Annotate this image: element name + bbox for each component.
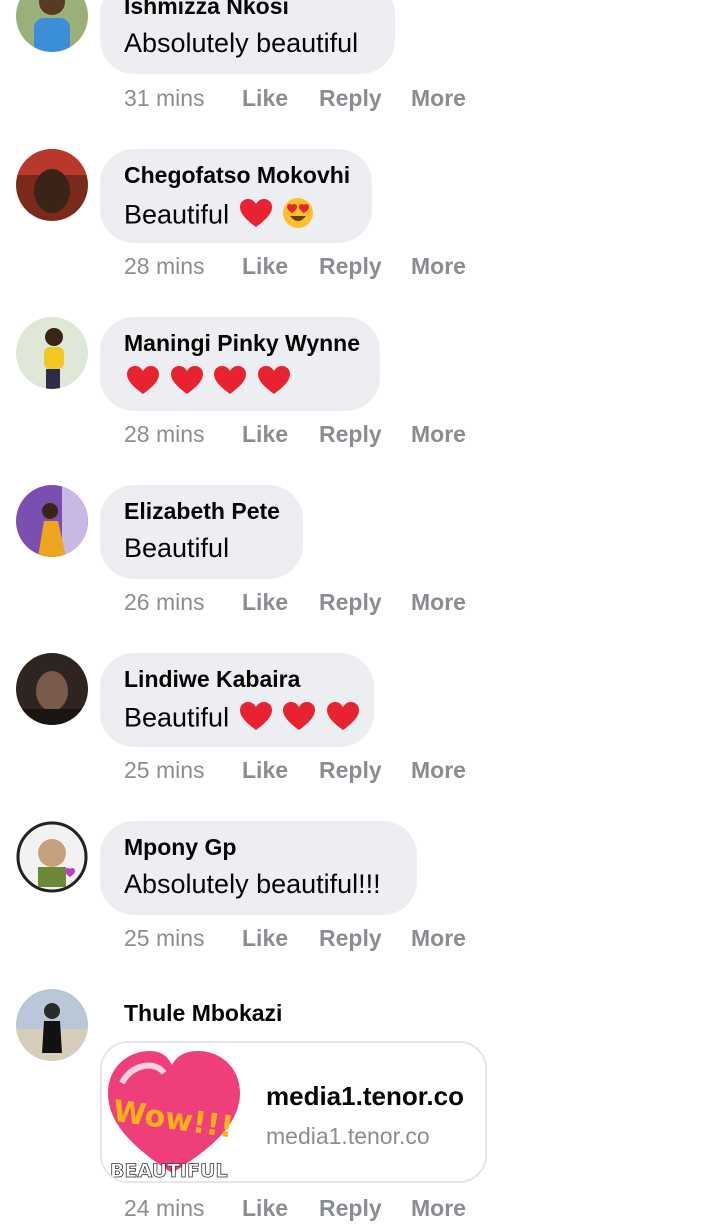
more-button[interactable]: More [411, 757, 466, 784]
comment-time: 28 mins [124, 253, 205, 279]
comment-feed: Ishmizza Nkosi Absolutely beautiful 31 m… [0, 0, 720, 1226]
more-button[interactable]: More [411, 925, 466, 952]
avatar[interactable] [16, 821, 88, 893]
link-domain: media1.tenor.co [266, 1123, 430, 1149]
comment-author[interactable]: Elizabeth Pete [124, 498, 280, 525]
reply-button[interactable]: Reply [319, 421, 382, 448]
link-preview-card[interactable]: Wow!!! BEAUTIFUL media1.tenor.co media1.… [100, 1041, 487, 1183]
more-button[interactable]: More [411, 253, 466, 280]
reply-button[interactable]: Reply [319, 589, 382, 616]
comment-text: Absolutely beautiful!!! [124, 869, 381, 899]
reply-button[interactable]: Reply [319, 1195, 382, 1222]
comment-time: 26 mins [124, 589, 205, 615]
comment-text [124, 365, 291, 402]
avatar[interactable] [16, 653, 88, 725]
like-button[interactable]: Like [242, 253, 288, 280]
comment-bubble: Chegofatso Mokovhi Beautiful [100, 149, 372, 243]
thumb-beautiful-text: BEAUTIFUL [110, 1160, 228, 1182]
like-button[interactable]: Like [242, 85, 288, 112]
comment-bubble: Lindiwe Kabaira Beautiful [100, 653, 374, 747]
comment-time: 25 mins [124, 925, 205, 951]
avatar[interactable] [16, 149, 88, 221]
like-button[interactable]: Like [242, 1195, 288, 1222]
comment-author[interactable]: Mpony Gp [124, 834, 236, 861]
like-button[interactable]: Like [242, 757, 288, 784]
more-button[interactable]: More [411, 85, 466, 112]
red-heart-icon [213, 365, 247, 402]
avatar[interactable] [16, 485, 88, 557]
red-heart-icon [326, 701, 360, 738]
comment-time: 25 mins [124, 757, 205, 783]
comment-author[interactable]: Maningi Pinky Wynne [124, 330, 360, 357]
reply-button[interactable]: Reply [319, 925, 382, 952]
reply-button[interactable]: Reply [319, 253, 382, 280]
like-button[interactable]: Like [242, 589, 288, 616]
comment-text: Beautiful [124, 197, 314, 236]
link-title[interactable]: media1.tenor.co [266, 1081, 464, 1112]
red-heart-icon [257, 365, 291, 402]
star-eyes-emoji-icon [282, 197, 314, 236]
more-button[interactable]: More [411, 421, 466, 448]
avatar[interactable] [16, 317, 88, 389]
comment-author[interactable]: Ishmizza Nkosi [124, 0, 289, 20]
avatar[interactable] [16, 0, 88, 52]
red-heart-icon [239, 198, 273, 235]
reply-button[interactable]: Reply [319, 85, 382, 112]
link-thumbnail: Wow!!! BEAUTIFUL [102, 1043, 244, 1182]
comment-author[interactable]: Thule Mbokazi [124, 1000, 282, 1027]
reply-button[interactable]: Reply [319, 757, 382, 784]
comment-bubble: Ishmizza Nkosi Absolutely beautiful [100, 0, 395, 74]
red-heart-icon [126, 365, 160, 402]
comment-text-content: Beautiful [124, 199, 230, 230]
comment-author[interactable]: Chegofatso Mokovhi [124, 162, 350, 189]
like-button[interactable]: Like [242, 421, 288, 448]
avatar[interactable] [16, 989, 88, 1061]
comment-text-content: Beautiful [124, 702, 230, 733]
comment-text: Beautiful [124, 533, 230, 563]
more-button[interactable]: More [411, 1195, 466, 1222]
comment-author[interactable]: Lindiwe Kabaira [124, 666, 300, 693]
like-button[interactable]: Like [242, 925, 288, 952]
comment-time: 24 mins [124, 1195, 205, 1221]
comment-time: 28 mins [124, 421, 205, 447]
comment-bubble: Mpony Gp Absolutely beautiful!!! [100, 821, 417, 915]
red-heart-icon [239, 701, 273, 738]
comment-time: 31 mins [124, 85, 205, 111]
red-heart-icon [170, 365, 204, 402]
comment-bubble: Maningi Pinky Wynne [100, 317, 380, 411]
comment-bubble: Elizabeth Pete Beautiful [100, 485, 303, 579]
comment-text: Absolutely beautiful [124, 28, 359, 58]
red-heart-icon [282, 701, 316, 738]
more-button[interactable]: More [411, 589, 466, 616]
comment-text: Beautiful [124, 701, 360, 738]
